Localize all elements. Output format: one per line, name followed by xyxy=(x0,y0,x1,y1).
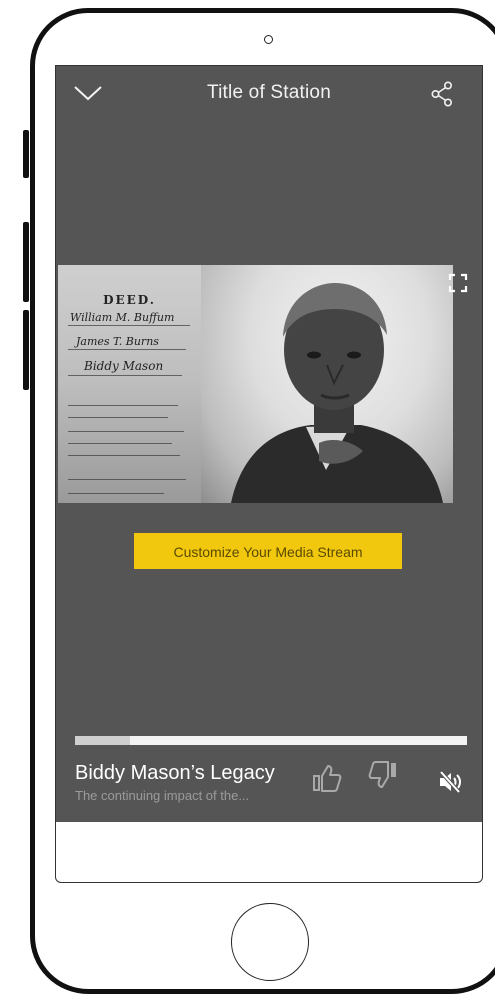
deed-line: William M. Buffum xyxy=(70,311,175,324)
share-icon[interactable] xyxy=(428,80,456,108)
deed-document-image: DEED. William M. Buffum James T. Burns B… xyxy=(58,265,201,503)
deed-line: Biddy Mason xyxy=(84,359,164,373)
media-player-screen: Title of Station DEED. William M. Buffum… xyxy=(56,66,482,822)
track-subtitle: The continuing impact of the... xyxy=(75,788,250,803)
fullscreen-icon[interactable] xyxy=(448,273,468,293)
deed-heading: DEED. xyxy=(103,293,156,307)
phone-volume-down-button xyxy=(23,310,29,390)
phone-mockup: Title of Station DEED. William M. Buffum… xyxy=(0,0,495,1001)
deed-line: James T. Burns xyxy=(76,335,159,348)
top-bar: Title of Station xyxy=(56,66,482,122)
playback-progress-bar[interactable] xyxy=(75,736,467,745)
playback-progress-fill xyxy=(75,736,130,745)
customize-media-stream-button[interactable]: Customize Your Media Stream xyxy=(134,533,402,569)
portrait-photo xyxy=(201,265,453,503)
home-button[interactable] xyxy=(231,903,309,981)
phone-volume-up-button xyxy=(23,222,29,302)
media-image: DEED. William M. Buffum James T. Burns B… xyxy=(58,265,453,503)
phone-side-button xyxy=(23,130,29,178)
track-title: Biddy Mason’s Legacy xyxy=(75,762,275,784)
station-title: Title of Station xyxy=(207,82,331,103)
volume-muted-icon[interactable] xyxy=(437,769,463,795)
front-camera xyxy=(264,35,273,44)
thumbs-down-icon[interactable] xyxy=(366,759,400,793)
thumbs-up-icon[interactable] xyxy=(310,761,344,795)
